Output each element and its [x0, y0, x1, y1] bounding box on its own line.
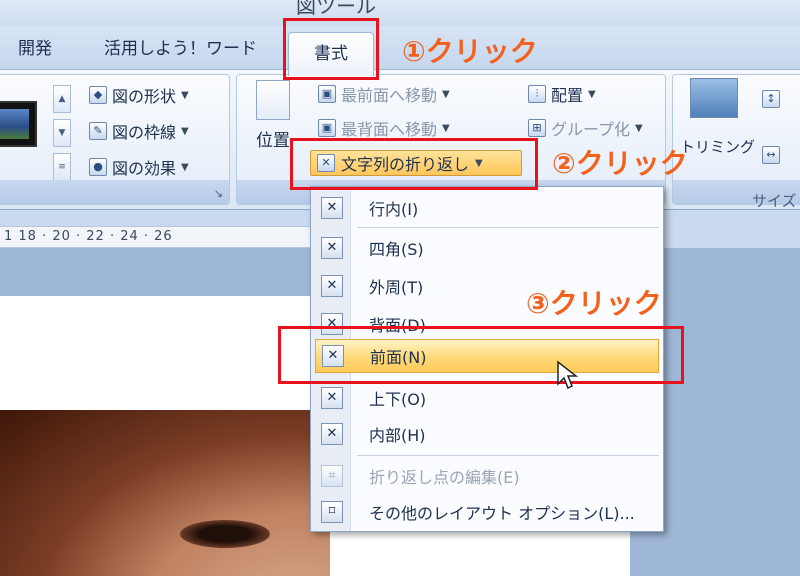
menu-item-more-layout-options[interactable]: ⌑ その他のレイアウト オプション(L)...: [311, 495, 663, 529]
wrap-square-icon: ✕: [321, 237, 343, 259]
menu-item-top-bottom[interactable]: ✕ 上下(O): [311, 381, 663, 415]
group-objects-button[interactable]: ⊞ グループ化 ▼: [528, 116, 643, 140]
gallery-scroll-down-icon[interactable]: ▼: [53, 119, 71, 147]
annotation-step3: ③クリック: [526, 287, 662, 320]
chevron-down-icon: ▼: [442, 88, 450, 100]
position-icon: [256, 80, 290, 120]
annotation-step1: ①クリック: [402, 35, 538, 68]
title-bar: 図ツール: [0, 0, 800, 26]
wrap-inline-icon: ✕: [321, 197, 343, 219]
picture-effect-label: 図の効果: [112, 159, 177, 178]
bring-front-label: 最前面へ移動: [341, 86, 438, 105]
bring-to-front-button[interactable]: ▣ 最前面へ移動 ▼: [318, 82, 450, 106]
trimming-button[interactable]: トリミング: [680, 136, 755, 157]
annotation-step2: ②クリック: [552, 147, 688, 180]
menu-separator: [357, 227, 659, 228]
dialog-launcher-icon[interactable]: ↘: [214, 187, 223, 200]
picture-shape-label: 図の形状: [112, 87, 177, 106]
trimming-icon[interactable]: [690, 78, 738, 118]
chevron-down-icon: ▼: [181, 161, 189, 173]
send-back-icon: ▣: [318, 119, 336, 137]
chevron-down-icon: ▼: [442, 122, 450, 134]
tab-developer[interactable]: 開発: [18, 34, 52, 59]
width-icon[interactable]: ↔: [762, 146, 780, 164]
group-label: グループ化: [551, 120, 631, 139]
effect-icon: ●: [89, 158, 107, 176]
picture-border-label: 図の枠線: [112, 123, 177, 142]
picture-effect-button[interactable]: ● 図の効果 ▼: [89, 155, 189, 179]
send-back-label: 最背面へ移動: [341, 120, 438, 139]
tool-title: 図ツール: [296, 0, 376, 18]
menu-separator: [357, 455, 659, 456]
annotation-box-in-front: [278, 326, 684, 384]
group-picture-styles: ▲ ▼ ≡ ◆ 図の形状 ▼ ✎ 図の枠線 ▼ ● 図の効果 ▼ ↘: [0, 74, 230, 205]
annotation-box-text-wrap: [290, 138, 538, 190]
chevron-down-icon: ▼: [181, 89, 189, 101]
chevron-down-icon: ▼: [635, 122, 643, 134]
group-footer: ↘: [0, 180, 229, 204]
picture-border-button[interactable]: ✎ 図の枠線 ▼: [89, 119, 189, 143]
ribbon-tab-row: 開発 活用しよう！ワード: [0, 26, 800, 70]
gallery-scroll-up-icon[interactable]: ▲: [53, 85, 71, 113]
shape-icon: ◆: [89, 86, 107, 104]
group-icon: ⊞: [528, 119, 546, 137]
chevron-down-icon: ▼: [588, 88, 596, 100]
horizontal-ruler: 1 18 · 20 · 22 · 24 · 26: [0, 226, 330, 248]
wrap-tight-icon: ✕: [321, 275, 343, 297]
picture-shape-button[interactable]: ◆ 図の形状 ▼: [89, 83, 189, 107]
tab-katsuyou-word[interactable]: 活用しよう！ワード: [104, 34, 257, 59]
gallery-more-icon[interactable]: ≡: [53, 153, 71, 181]
size-group-label: サイズ: [752, 192, 797, 210]
annotation-box-format-tab: [283, 18, 379, 80]
align-icon: ⫶: [528, 85, 546, 103]
align-label: 配置: [551, 86, 584, 105]
wrap-top-bottom-icon: ✕: [321, 387, 343, 409]
send-to-back-button[interactable]: ▣ 最背面へ移動 ▼: [318, 116, 450, 140]
menu-item-through[interactable]: ✕ 内部(H): [311, 417, 663, 451]
photo-detail: [180, 520, 270, 548]
wrap-through-icon: ✕: [321, 423, 343, 445]
menu-item-inline[interactable]: ✕ 行内(I): [311, 191, 663, 225]
layout-options-icon: ⌑: [321, 501, 343, 523]
height-icon[interactable]: ↕: [762, 90, 780, 108]
inserted-photo[interactable]: [0, 410, 330, 576]
edit-wrap-points-icon: ⌗: [321, 465, 343, 487]
mouse-pointer-icon: [557, 360, 578, 390]
menu-item-square[interactable]: ✕ 四角(S): [311, 231, 663, 265]
trimming-label: トリミング: [680, 138, 756, 156]
align-button[interactable]: ⫶ 配置 ▼: [528, 82, 596, 106]
menu-item-edit-wrap-points: ⌗ 折り返し点の編集(E): [311, 459, 663, 493]
bring-front-icon: ▣: [318, 85, 336, 103]
ruler-ticks: 1 18 · 20 · 22 · 24 · 26: [4, 229, 173, 244]
style-thumbnail[interactable]: [0, 101, 37, 147]
pencil-icon: ✎: [89, 122, 107, 140]
chevron-down-icon: ▼: [181, 125, 189, 137]
